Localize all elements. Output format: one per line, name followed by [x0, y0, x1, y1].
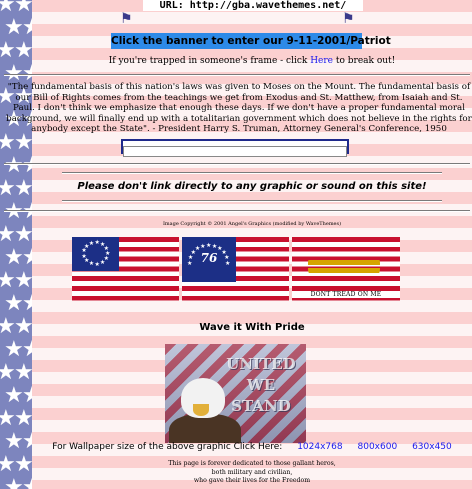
flag-star-icon: ★	[103, 244, 110, 252]
wallpaper-link-800[interactable]: 800x600	[358, 442, 398, 452]
copyright-notice: Image Copyright © 2001 Angel's Graphics …	[162, 221, 342, 227]
site-url-label: URL: http://gba.wavethemes.net/	[143, 0, 363, 11]
divider	[62, 172, 442, 174]
divider	[62, 200, 442, 202]
flag-icon-right: ⚑	[342, 11, 355, 27]
border-star-icon: ★	[4, 291, 24, 316]
flag-star-icon: ★	[206, 242, 212, 249]
border-star-icon: ★	[4, 337, 24, 362]
dedication-text: This page is forever dedicated to those …	[32, 460, 472, 486]
border-star-icon: ★	[4, 245, 24, 270]
dont-tread-flag-image: DONT TREAD ON ME	[292, 237, 400, 301]
text-field[interactable]	[121, 139, 349, 157]
border-star-icon: ★	[22, 199, 32, 224]
border-star-icon: ★	[22, 475, 32, 489]
border-star-icon: ★	[14, 0, 32, 17]
border-star-icon: ★	[22, 429, 32, 454]
border-star-icon: ★	[14, 130, 32, 155]
divider	[4, 74, 470, 76]
break-frame-link[interactable]: Here	[310, 56, 333, 66]
border-star-icon: ★	[14, 314, 32, 339]
border-star-icon: ★	[4, 475, 24, 489]
border-star-icon: ★	[22, 245, 32, 270]
flag-canton: ★ ★ ★ ★ ★ ★ ★ ★ ★ ★ ★ ★ ★	[72, 237, 119, 271]
flag-star-icon: ★	[94, 260, 100, 268]
wallpaper-links: For Wallpaper size of the above graphic …	[32, 442, 472, 452]
border-star-icon: ★	[14, 268, 32, 293]
image-text-line: UNITED	[226, 355, 296, 373]
border-star-icon: ★	[4, 15, 24, 40]
divider	[4, 210, 470, 212]
border-star-icon: ★	[4, 199, 24, 224]
betsy-ross-flag-image: ★ ★ ★ ★ ★ ★ ★ ★ ★ ★ ★ ★ ★	[72, 237, 179, 301]
united-we-stand-text: UNITED WE STAND	[222, 354, 300, 417]
border-star-icon: ★	[4, 383, 24, 408]
eagle-body	[169, 414, 241, 443]
flag-canton: 76 ★ ★ ★ ★ ★ ★ ★ ★ ★ ★ ★	[182, 237, 236, 282]
flag-star-icon: ★	[225, 260, 231, 267]
dedication-line: who gave their lives for the Freedom	[193, 477, 311, 484]
enter-banner-link[interactable]: Click the banner to enter our 9-11-2001/…	[111, 33, 391, 49]
flag-star-icon: ★	[99, 259, 106, 267]
image-text-line: STAND	[231, 397, 291, 415]
flag-star-icon: ★	[200, 242, 206, 250]
border-star-icon: ★	[14, 360, 32, 385]
frame-msg-after: to break out!	[333, 56, 396, 66]
flag-icon-left: ⚑	[120, 11, 133, 27]
border-star-icon: ★	[22, 337, 32, 362]
divider	[4, 163, 470, 165]
flag-star-icon: ★	[88, 239, 95, 247]
truman-quote: "The fundamental basis of this nation's …	[6, 82, 472, 135]
border-star-icon: ★	[14, 452, 32, 477]
bennington-flag-image: 76 ★ ★ ★ ★ ★ ★ ★ ★ ★ ★ ★	[182, 237, 289, 301]
flag-motto: DONT TREAD ON ME	[292, 291, 400, 298]
border-star-icon: ★	[22, 383, 32, 408]
flag-star-icon: ★	[88, 260, 95, 268]
flag-star-icon: ★	[81, 252, 87, 260]
border-star-icon: ★	[4, 153, 24, 178]
wallpaper-link-1024[interactable]: 1024x768	[297, 442, 342, 452]
border-star-icon: ★	[22, 153, 32, 178]
border-star-icon: ★	[14, 222, 32, 247]
text-input[interactable]	[123, 146, 347, 157]
wallpaper-prefix: For Wallpaper size of the above graphic …	[52, 442, 283, 452]
border-star-icon: ★	[4, 429, 24, 454]
border-star-icon: ★	[22, 15, 32, 40]
image-text-line: WE	[246, 376, 276, 394]
wallpaper-link-630[interactable]: 630x450	[412, 442, 452, 452]
border-star-icon: ★	[14, 406, 32, 431]
wave-title: Wave it With Pride	[199, 322, 305, 333]
border-star-icon: ★	[22, 291, 32, 316]
border-star-icon: ★	[14, 176, 32, 201]
frame-break-message: If you're trapped in someone's frame - c…	[32, 56, 472, 66]
dedication-line: This page is forever dedicated to those …	[168, 460, 336, 467]
eagle-united-we-stand-image[interactable]: UNITED WE STAND	[165, 344, 306, 443]
frame-msg-before: If you're trapped in someone's frame - c…	[108, 56, 311, 66]
rattlesnake-icon	[308, 253, 380, 279]
eagle-beak	[193, 404, 209, 416]
no-hotlink-notice: Please don't link directly to any graphi…	[77, 181, 427, 192]
border-star-icon: ★	[14, 38, 32, 63]
flag-star-icon: ★	[187, 260, 193, 267]
dedication-line: both military and civilian,	[211, 468, 293, 476]
